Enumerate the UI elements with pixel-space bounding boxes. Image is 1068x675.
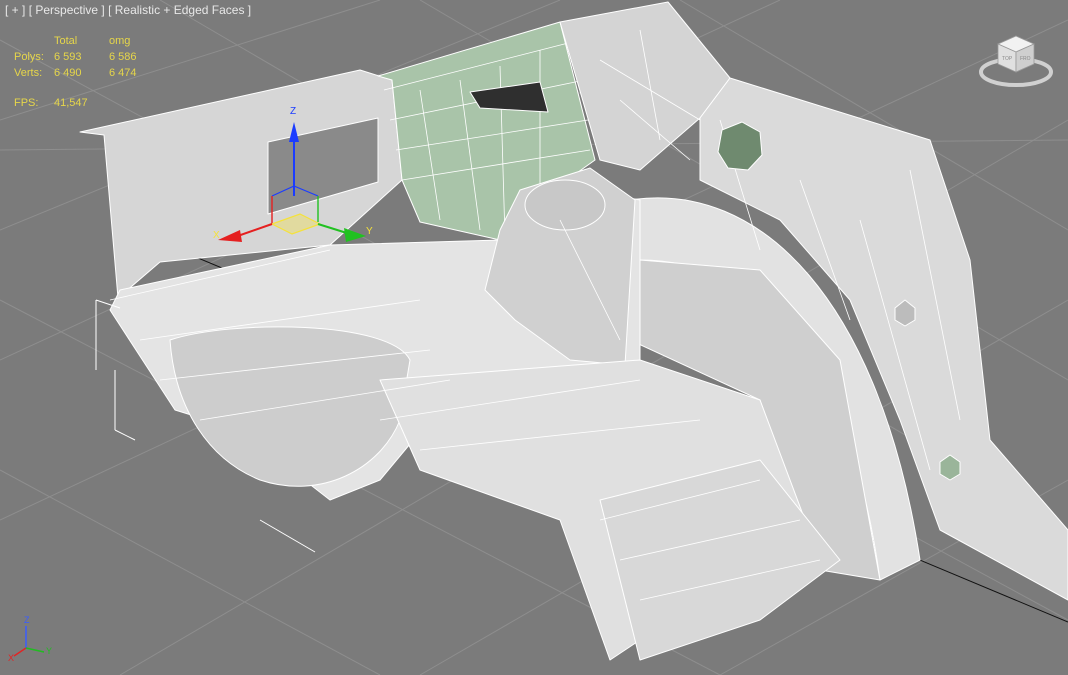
viewcube-top-label: TOP [1002,56,1013,62]
shock-mount [524,179,606,231]
viewcube-front-label: FRO [1020,56,1031,62]
stats-header-total: Total [54,35,78,47]
fps-value: 41,547 [54,97,88,109]
stats-header-selected: omg [109,35,131,47]
car-interior-mesh[interactable] [79,1,1068,661]
viewport-scene[interactable]: Z X Y [0,0,1068,675]
tripod-z-label: Z [24,615,30,625]
gizmo-x-label: X [213,230,220,241]
stats-polys-total: 6 593 [54,51,82,63]
fps-label: FPS: [14,97,39,109]
viewport-pov-menu[interactable]: [ Perspective ] [29,3,105,17]
stats-header-row: Total omg [14,33,164,49]
gizmo-y-arrow[interactable] [344,228,366,242]
stats-polys-label: Polys: [14,51,44,63]
stats-polys-selected: 6 586 [109,51,137,63]
stats-header-blank [14,33,54,49]
stats-verts-total: 6 490 [54,67,82,79]
gizmo-y-label: Y [366,226,373,237]
viewport-general-menu[interactable]: [ + ] [5,3,25,17]
viewport-shading-menu[interactable]: [ Realistic + Edged Faces ] [108,3,251,17]
perspective-viewport[interactable]: Z X Y [ + ] [ Perspective ] [ Realistic … [0,0,1068,675]
stats-polys-row: Polys: 6 593 6 586 [14,49,164,65]
vent-octagon [717,121,763,171]
stats-verts-row: Verts: 6 490 6 474 [14,65,164,81]
tripod-y-label: Y [46,646,52,656]
tripod-x-label: X [8,653,14,662]
statistics-overlay: Total omg Polys: 6 593 6 586 Verts: 6 49… [14,33,164,81]
gizmo-z-label: Z [290,106,296,117]
stats-verts-selected: 6 474 [109,67,137,79]
fps-readout: FPS: 41,547 [14,97,88,109]
stats-verts-label: Verts: [14,67,43,79]
viewcube[interactable]: TOP FRO [978,34,1054,90]
axis-tripod: Z X Y [8,615,52,662]
viewport-label[interactable]: [ + ] [ Perspective ] [ Realistic + Edge… [5,3,251,17]
